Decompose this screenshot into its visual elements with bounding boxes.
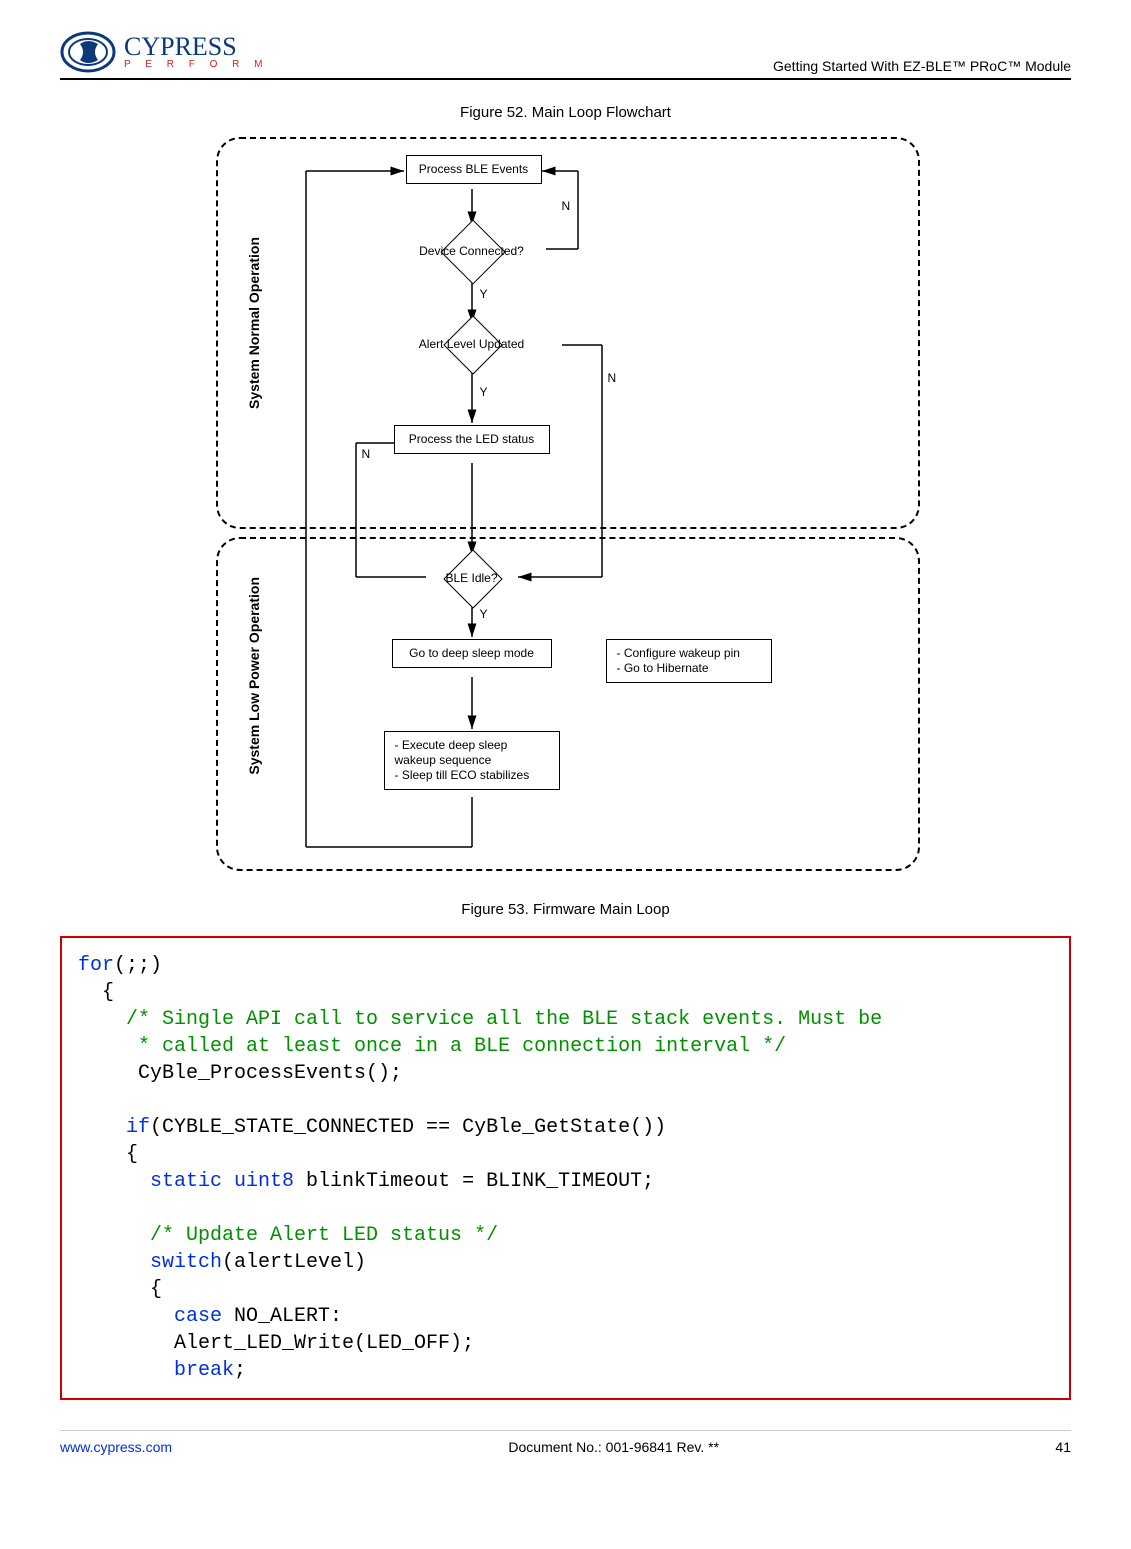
edge-device-connected-yes: Y — [480, 287, 488, 301]
page-header: CYPRESS P E R F O R M Getting Started Wi… — [60, 30, 1071, 80]
footer-link[interactable]: www.cypress.com — [60, 1439, 172, 1455]
logo-text-main: CYPRESS — [124, 34, 269, 60]
figure52-caption: Figure 52. Main Loop Flowchart — [60, 104, 1071, 121]
logo-icon — [60, 30, 116, 74]
code-comment: /* Update Alert LED status */ — [78, 1224, 498, 1247]
edge-idle-yes: Y — [480, 607, 488, 621]
header-doc-title: Getting Started With EZ-BLE™ PRoC™ Modul… — [773, 58, 1071, 74]
edge-alert-yes: Y — [480, 385, 488, 399]
group-low-power-operation-label: System Low Power Operation — [246, 577, 262, 775]
code-listing: for(;;) { /* Single API call to service … — [60, 936, 1071, 1400]
node-alert-level-updated: Alert Level Updated — [382, 319, 562, 369]
figure53-caption: Figure 53. Firmware Main Loop — [60, 901, 1071, 918]
node-wakeup-sequence: - Execute deep sleep wakeup sequence - S… — [384, 731, 560, 790]
code-kw-static: static — [78, 1170, 222, 1193]
code-kw-break: break — [78, 1359, 234, 1382]
page-footer: www.cypress.com Document No.: 001-96841 … — [60, 1430, 1071, 1455]
edge-device-connected-no: N — [562, 199, 571, 213]
logo: CYPRESS P E R F O R M — [60, 30, 269, 74]
group-low-power-operation — [216, 537, 920, 871]
group-normal-operation-label: System Normal Operation — [246, 237, 262, 409]
logo-text-sub: P E R F O R M — [124, 60, 269, 70]
node-ble-idle: BLE Idle? — [422, 553, 522, 603]
code-comment: /* Single API call to service all the BL… — [78, 1008, 882, 1031]
code-kw-case: case — [78, 1305, 222, 1328]
edge-led-no: N — [362, 447, 371, 461]
node-configure-wakeup: - Configure wakeup pin - Go to Hibernate — [606, 639, 772, 683]
node-device-connected: Device Connected? — [420, 221, 524, 281]
footer-page-number: 41 — [1055, 1439, 1071, 1455]
code-kw-for: for — [78, 954, 114, 977]
node-deep-sleep: Go to deep sleep mode — [392, 639, 552, 668]
flowchart: System Normal Operation System Low Power… — [206, 137, 926, 877]
footer-doc-number: Document No.: 001-96841 Rev. ** — [508, 1439, 719, 1455]
code-kw-if: if — [78, 1116, 150, 1139]
node-process-led-status: Process the LED status — [394, 425, 550, 454]
group-normal-operation — [216, 137, 920, 529]
edge-alert-no: N — [608, 371, 617, 385]
code-kw-switch: switch — [78, 1251, 222, 1274]
code-comment: * called at least once in a BLE connecti… — [78, 1035, 786, 1058]
node-process-ble-events: Process BLE Events — [406, 155, 542, 184]
